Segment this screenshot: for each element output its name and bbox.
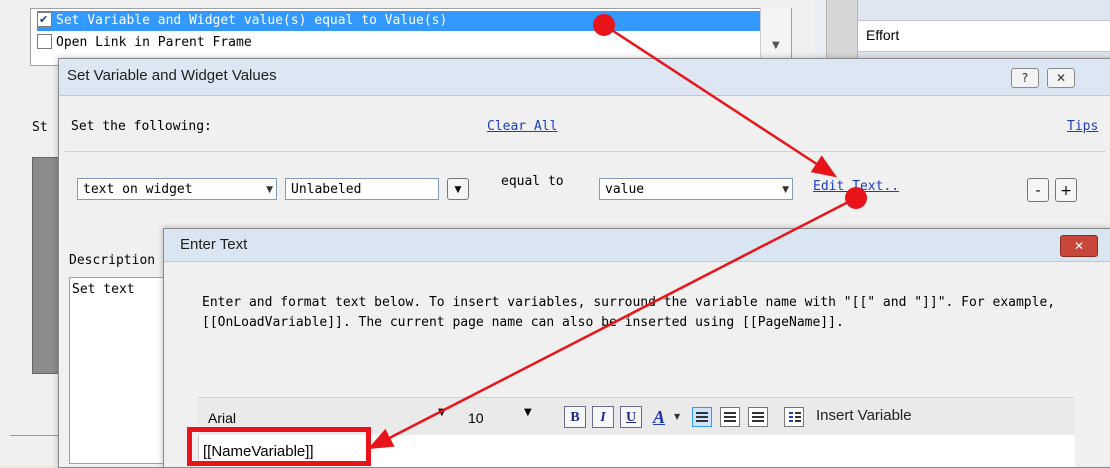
- annotation-arrow: [603, 23, 838, 178]
- annotation-dot: [593, 14, 615, 36]
- annotation-overlay: [367, 14, 867, 450]
- annotation-arrow: [367, 196, 857, 450]
- annotation-dot: [845, 187, 867, 209]
